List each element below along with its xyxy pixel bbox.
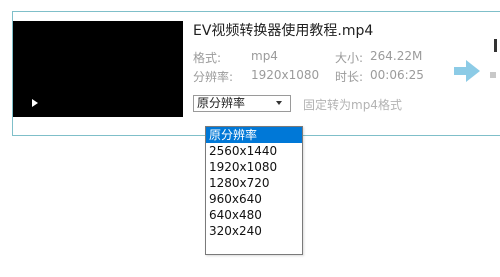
duration-value: 00:06:25 xyxy=(370,68,424,82)
converter-window: EV视频转换器使用教程.mp4 格式: mp4 大小: 264.22M 分辨率:… xyxy=(0,0,500,277)
play-icon[interactable] xyxy=(32,99,38,107)
format-value: mp4 xyxy=(251,49,278,63)
resolution-select-value: 原分辨率 xyxy=(197,96,246,110)
chevron-down-icon[interactable] xyxy=(276,101,282,105)
duration-label: 时长: xyxy=(335,70,364,84)
right-arrow-icon[interactable] xyxy=(452,58,482,84)
resolution-dropdown: 原分辨率 2560x1440 1920x1080 1280x720 960x64… xyxy=(205,126,303,255)
resolution-option[interactable]: 640x480 xyxy=(206,207,302,223)
format-label: 格式: xyxy=(193,51,222,65)
resolution-option[interactable]: 原分辨率 xyxy=(206,127,302,143)
resolution-value: 1920x1080 xyxy=(251,68,320,82)
resolution-option[interactable]: 1280x720 xyxy=(206,175,302,191)
size-label: 大小: xyxy=(335,51,364,65)
video-thumbnail[interactable] xyxy=(13,21,183,117)
file-title: EV视频转换器使用教程.mp4 xyxy=(193,23,374,39)
resolution-option[interactable]: 320x240 xyxy=(206,223,302,239)
output-meta-edge xyxy=(490,72,496,78)
resolution-label: 分辨率: xyxy=(193,70,234,84)
output-title-edge xyxy=(494,39,497,52)
resolution-option[interactable]: 2560x1440 xyxy=(206,143,302,159)
resolution-option[interactable]: 1920x1080 xyxy=(206,159,302,175)
convert-format-hint: 固定转为mp4格式 xyxy=(303,98,402,112)
size-value: 264.22M xyxy=(370,49,423,63)
resolution-option[interactable]: 960x640 xyxy=(206,191,302,207)
resolution-select[interactable]: 原分辨率 xyxy=(193,95,291,112)
